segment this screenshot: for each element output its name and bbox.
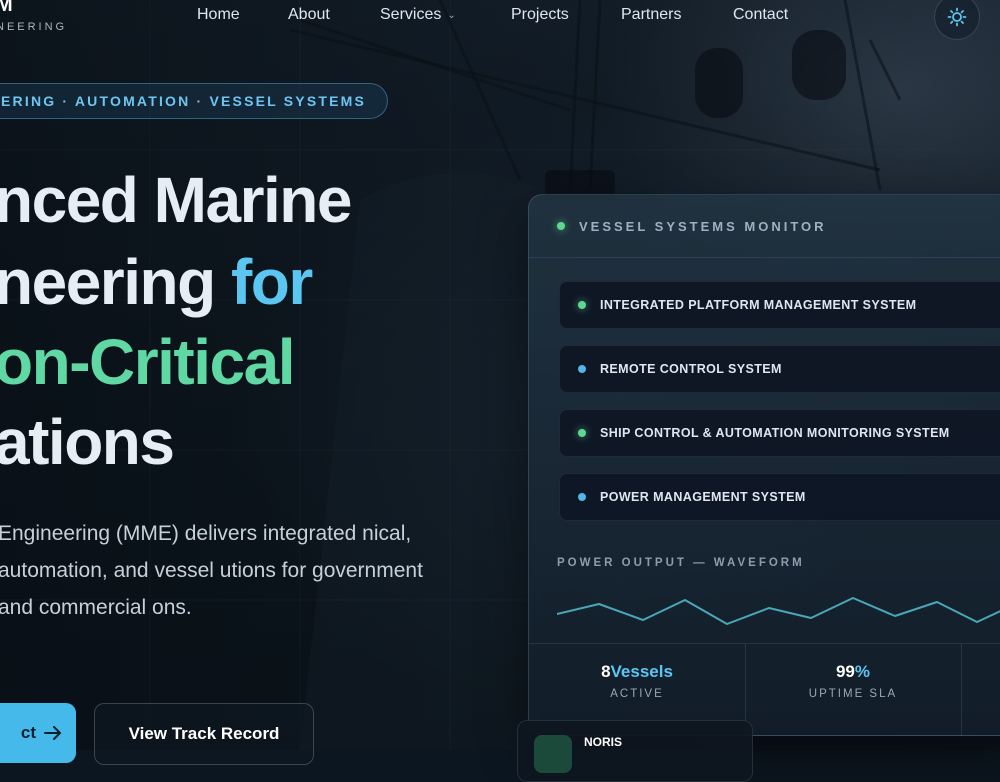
partner-name: NORIS <box>584 735 623 749</box>
stat-label: UPTIME SLA <box>808 688 898 700</box>
nav-partners[interactable]: Partners <box>621 6 681 24</box>
view-track-record-label: View Track Record <box>128 724 280 743</box>
system-item-pms[interactable]: POWER MANAGEMENT SYSTEM <box>559 473 1000 521</box>
hero-title-line-3: on-Critical <box>0 326 295 398</box>
hero-title-line-2-text: neering <box>0 246 231 318</box>
brand-logo[interactable]: M NEERING <box>0 0 67 33</box>
system-item-ipms[interactable]: INTEGRATED PLATFORM MANAGEMENT SYSTEM <box>559 281 1000 329</box>
brand-mark: M <box>0 0 14 16</box>
nav-services[interactable]: Services ⌄ <box>380 6 456 24</box>
primary-cta-button[interactable]: ct <box>0 703 76 763</box>
power-waveform-graph <box>557 597 1000 625</box>
hero-tagline-pill: ERING · AUTOMATION · VESSEL SYSTEMS <box>0 83 388 119</box>
stat-label: ACTIVE <box>610 688 664 700</box>
live-status-dot <box>557 222 565 230</box>
primary-cta-label: ct <box>20 723 36 742</box>
status-dot-blue <box>578 365 586 373</box>
view-track-record-button[interactable]: View Track Record <box>94 703 314 765</box>
monitor-header: VESSEL SYSTEMS MONITOR <box>529 195 1000 258</box>
waveform-label: POWER OUTPUT — WAVEFORM <box>557 557 805 569</box>
hero-tagline: ERING · AUTOMATION · VESSEL SYSTEMS <box>1 93 367 109</box>
chevron-down-icon: ⌄ <box>447 9 456 21</box>
brand-subtitle: NEERING <box>0 21 68 33</box>
system-label: POWER MANAGEMENT SYSTEM <box>600 490 806 504</box>
partner-card[interactable]: NORIS <box>517 720 753 782</box>
vessel-systems-monitor-card: VESSEL SYSTEMS MONITOR INTEGRATED PLATFO… <box>528 194 1000 736</box>
monitor-title: VESSEL SYSTEMS MONITOR <box>579 218 827 234</box>
system-label: SHIP CONTROL & AUTOMATION MONITORING SYS… <box>600 426 950 440</box>
hero-description: Engineering (MME) delivers integrated ni… <box>0 522 423 619</box>
nav-contact[interactable]: Contact <box>733 6 788 24</box>
hero-title-accent-for: for <box>230 246 313 318</box>
stat-unit: Vessels <box>610 662 673 681</box>
nav-services-label: Services <box>380 6 442 23</box>
system-label: REMOTE CONTROL SYSTEM <box>600 362 782 376</box>
stat-unit: % <box>854 662 871 681</box>
stat-uptime-sla: 99% UPTIME SLA <box>745 644 961 736</box>
system-item-rcs[interactable]: REMOTE CONTROL SYSTEM <box>559 345 1000 393</box>
stat-value: 8 <box>601 662 611 681</box>
nav-projects[interactable]: Projects <box>511 6 569 24</box>
status-dot-blue <box>578 493 586 501</box>
sun-icon <box>947 7 967 27</box>
system-item-scams[interactable]: SHIP CONTROL & AUTOMATION MONITORING SYS… <box>559 409 1000 457</box>
nav-about[interactable]: About <box>288 6 330 24</box>
hero-title-line-2: neering for <box>0 250 313 314</box>
hero-title-line-4: ations <box>0 406 175 478</box>
stat-divider <box>961 644 962 736</box>
system-label: INTEGRATED PLATFORM MANAGEMENT SYSTEM <box>600 298 917 312</box>
partner-logo-icon <box>534 735 572 773</box>
arrow-right-icon <box>44 726 61 740</box>
hero-title-line-1: nced Marine <box>0 164 352 236</box>
status-dot-green <box>578 301 586 309</box>
nav-home[interactable]: Home <box>197 6 240 24</box>
status-dot-green <box>578 429 586 437</box>
stat-value: 99 <box>835 662 855 681</box>
